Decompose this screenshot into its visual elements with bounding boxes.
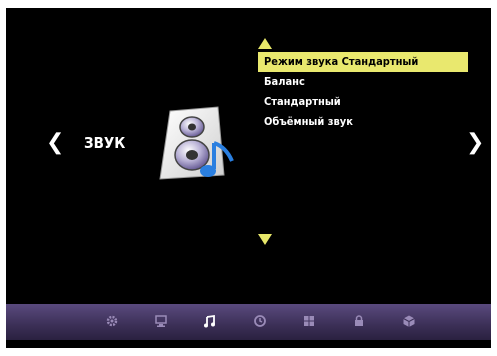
previous-page-arrow-icon[interactable]: ❮ <box>46 132 64 154</box>
scroll-down-arrow-icon[interactable] <box>258 234 272 245</box>
page-title: ЗВУК <box>84 134 126 152</box>
sound-menu-list: Режим звука Стандартный Баланс Стандартн… <box>258 52 468 132</box>
timer-clock-icon[interactable] <box>253 314 267 328</box>
scroll-up-arrow-icon[interactable] <box>258 38 272 49</box>
lock-icon[interactable] <box>352 314 366 328</box>
grid-channels-icon[interactable] <box>302 314 316 328</box>
category-bar <box>6 304 491 340</box>
menu-item-sound-mode[interactable]: Режим звука Стандартный <box>258 52 468 72</box>
speaker-sound-icon <box>159 106 234 180</box>
cube-option-icon[interactable] <box>402 314 416 328</box>
settings-gear-icon[interactable] <box>105 314 119 328</box>
sound-music-note-icon[interactable] <box>203 314 217 328</box>
next-page-arrow-icon[interactable]: ❯ <box>466 132 484 154</box>
picture-monitor-icon[interactable] <box>154 314 168 328</box>
menu-item-balance[interactable]: Баланс <box>258 72 468 92</box>
menu-item-standard[interactable]: Стандартный <box>258 92 468 112</box>
menu-item-surround-sound[interactable]: Объёмный звук <box>258 112 468 132</box>
tv-menu-screen: ❮ ЗВУК Режим звука Стандартный Баланс Ст… <box>6 8 491 348</box>
